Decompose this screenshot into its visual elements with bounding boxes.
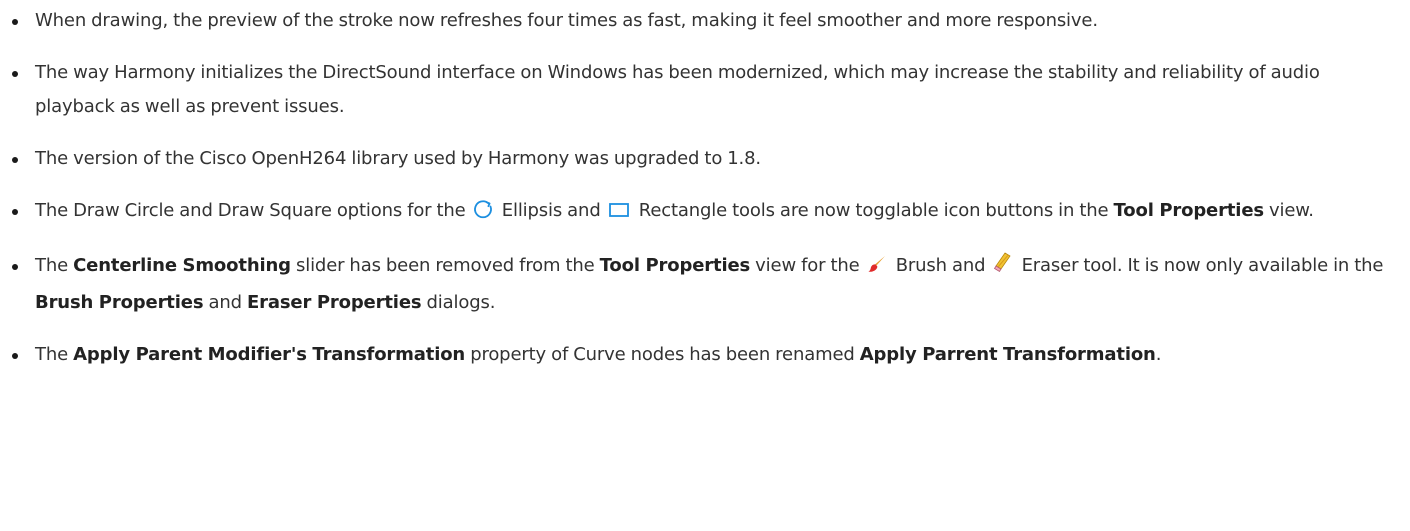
item-text: When drawing, the preview of the stroke … [35,10,1098,31]
list-item: The Centerline Smoothing slider has been… [0,249,1410,320]
list-item: The way Harmony initializes the DirectSo… [0,56,1410,124]
item-text: The [35,255,69,276]
item-text: property of Curve nodes has been renamed [470,344,855,365]
list-item: When drawing, the preview of the stroke … [0,4,1410,38]
eraser-tool-icon [992,252,1012,286]
eraser-properties-term: Eraser Properties [247,292,422,313]
apply-parrent-transformation-term: Apply Parrent Transformation [859,344,1156,365]
list-item: The Draw Circle and Draw Square options … [0,194,1410,231]
bullet [12,209,18,215]
bullet [12,157,18,163]
bullet [12,264,18,270]
item-text: The Draw Circle and Draw Square options … [35,200,466,221]
rectangle-label: Rectangle tools are now togglable icon b… [638,200,1109,221]
item-text: and [208,292,243,313]
bullet [12,19,18,25]
item-text: The [35,344,69,365]
eraser-label: Eraser tool. It is now only available in… [1021,255,1384,276]
rectangle-tool-icon [608,197,630,231]
bullet [12,71,18,77]
tool-properties-term: Tool Properties [1113,200,1265,221]
brush-tool-icon [867,252,887,286]
item-text-end: view. [1269,200,1314,221]
item-text: The version of the Cisco OpenH264 librar… [35,148,761,169]
tool-properties-term: Tool Properties [599,255,751,276]
release-notes-list: When drawing, the preview of the stroke … [0,4,1410,372]
list-item: The Apply Parent Modifier's Transformati… [0,338,1410,372]
item-text: slider has been removed from the [295,255,595,276]
item-text-end: dialogs. [426,292,496,313]
item-text: view for the [755,255,860,276]
list-item: The version of the Cisco OpenH264 librar… [0,142,1410,176]
centerline-smoothing-term: Centerline Smoothing [73,255,291,276]
apply-parent-modifier-term: Apply Parent Modifier's Transformation [73,344,466,365]
bullet [12,353,18,359]
brush-label: Brush and [895,255,986,276]
item-text: The way Harmony initializes the DirectSo… [35,62,1320,117]
period: . [1155,344,1162,365]
ellipsis-label: Ellipsis and [501,200,601,221]
brush-properties-term: Brush Properties [35,292,204,313]
ellipse-tool-icon [473,197,493,231]
